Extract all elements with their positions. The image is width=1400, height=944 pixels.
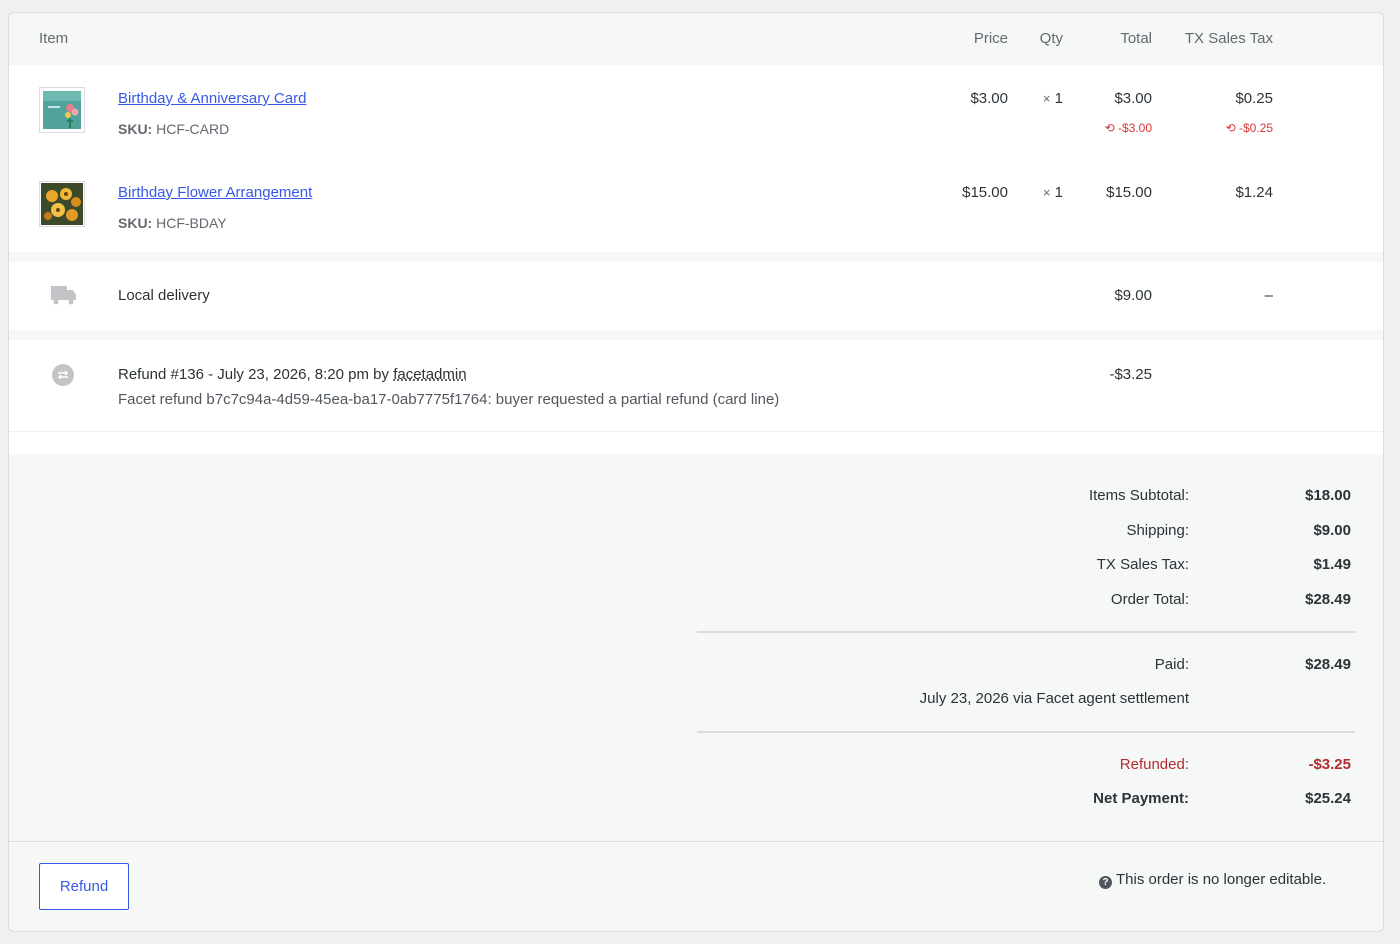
- column-header-tax: TX Sales Tax: [1184, 30, 1273, 47]
- item-price: $3.00: [970, 90, 1008, 107]
- tax-total-value: $1.49: [1313, 556, 1351, 573]
- greeting-card-thumbnail[interactable]: [39, 87, 85, 133]
- item-price: $15.00: [962, 184, 1008, 201]
- net-payment-value: $25.24: [1305, 790, 1351, 807]
- spacer-row: [9, 432, 1383, 454]
- not-editable-notice: ? This order is no longer editable.: [1099, 871, 1326, 889]
- refunded-amount: -$0.25: [1238, 121, 1273, 135]
- column-header-total: Total: [1120, 30, 1152, 47]
- refunded-label: Refunded:: [1119, 756, 1189, 773]
- column-header-price: Price: [973, 30, 1008, 47]
- item-tax-refunded: ⟲ -$0.25: [1189, 121, 1273, 135]
- qty-value: 1: [1054, 90, 1063, 107]
- item-total-refunded: ⟲ -$3.00: [1079, 121, 1152, 135]
- refund-title: Refund #136 - July 23, 2026, 8:20 pm by …: [118, 366, 467, 383]
- items-subtotal-value: $18.00: [1305, 487, 1351, 504]
- paid-note: July 23, 2026 via Facet agent settlement: [919, 690, 1189, 707]
- shipping-total-value: $9.00: [1313, 522, 1351, 539]
- shipping-total: $9.00: [1114, 287, 1152, 304]
- refunded-amount: -$3.00: [1117, 121, 1152, 135]
- shipping-method-name: Local delivery: [118, 287, 210, 304]
- refund-reason: Facet refund b7c7c94a-4d59-45ea-ba17-0ab…: [118, 391, 780, 408]
- order-total-value: $28.49: [1305, 591, 1351, 608]
- shipping-line-row: Local delivery $9.00 –: [9, 262, 1383, 330]
- item-sku: SKU: HCF-CARD: [118, 121, 229, 137]
- item-qty: × 1: [1019, 90, 1063, 107]
- items-subtotal-label: Items Subtotal:: [1088, 487, 1189, 504]
- item-sku: SKU: HCF-BDAY: [118, 215, 227, 231]
- refund-line-row: Refund #136 - July 23, 2026, 8:20 pm by …: [9, 340, 1383, 432]
- shipping-total-label: Shipping:: [1126, 522, 1189, 539]
- refund-amount: -$3.25: [1109, 366, 1152, 383]
- footer-divider: [9, 841, 1383, 842]
- truck-icon: [51, 284, 77, 311]
- flower-arrangement-thumbnail[interactable]: [39, 181, 85, 227]
- item-qty: × 1: [1019, 184, 1063, 201]
- item-name-link[interactable]: Birthday Flower Arrangement: [118, 184, 312, 201]
- order-total-label: Order Total:: [1110, 591, 1189, 608]
- item-name-link[interactable]: Birthday & Anniversary Card: [118, 90, 306, 107]
- item-total: $3.00: [1114, 90, 1152, 107]
- refund-button[interactable]: Refund: [39, 863, 129, 910]
- divider: [697, 631, 1355, 633]
- divider: [697, 731, 1355, 733]
- tax-total-label: TX Sales Tax:: [1096, 556, 1189, 573]
- line-item-row: Birthday & Anniversary Card SKU: HCF-CAR…: [9, 65, 1383, 160]
- sku-value: HCF-BDAY: [156, 215, 227, 231]
- sku-label: SKU:: [118, 121, 153, 137]
- refund-arrow-icon: ⟲: [1225, 121, 1236, 135]
- qty-multiplier: ×: [1042, 185, 1051, 200]
- item-total: $15.00: [1106, 184, 1152, 201]
- shipping-tax: –: [1264, 287, 1273, 304]
- item-tax: $0.25: [1235, 90, 1273, 107]
- refund-title-text: Refund #136 - July 23, 2026, 8:20 pm by: [118, 366, 390, 383]
- sku-value: HCF-CARD: [156, 121, 230, 137]
- net-payment-label: Net Payment:: [1093, 790, 1189, 807]
- refund-arrow-icon: ⟲: [1104, 121, 1115, 135]
- item-tax: $1.24: [1235, 184, 1273, 201]
- order-items-panel: Item Price Qty Total TX Sales Tax Birthd…: [8, 12, 1384, 932]
- qty-value: 1: [1054, 184, 1063, 201]
- refund-icon: [51, 363, 75, 392]
- sku-label: SKU:: [118, 215, 153, 231]
- paid-value: $28.49: [1305, 656, 1351, 673]
- refund-user[interactable]: facetadmin: [393, 366, 466, 383]
- refunded-value: -$3.25: [1308, 756, 1351, 773]
- not-editable-text: This order is no longer editable.: [1116, 871, 1327, 888]
- line-item-row: Birthday Flower Arrangement SKU: HCF-BDA…: [9, 159, 1383, 252]
- qty-multiplier: ×: [1042, 91, 1051, 106]
- paid-label: Paid:: [1154, 656, 1189, 673]
- column-header-item: Item: [39, 30, 69, 47]
- help-icon[interactable]: ?: [1099, 876, 1112, 889]
- column-header-qty: Qty: [1039, 30, 1063, 47]
